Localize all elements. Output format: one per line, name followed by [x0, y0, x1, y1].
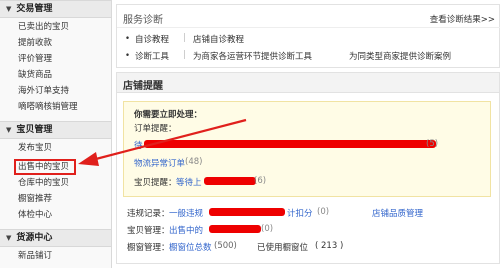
- service-link-cases[interactable]: 为同类型商家提供诊断案例: [349, 50, 451, 62]
- sidebar-item-checkup[interactable]: 体检中心: [18, 208, 52, 222]
- on-sale-items-link[interactable]: 出售中的: [169, 224, 203, 236]
- service-more-link[interactable]: 查看诊断结果>>: [430, 13, 495, 25]
- collapse-triangle-icon: ▼: [6, 5, 12, 13]
- violation-label: 违规记录：: [127, 209, 170, 219]
- store-quality-link[interactable]: 店铺品质管理: [372, 207, 423, 219]
- window-total-link[interactable]: 橱窗位总数: [169, 241, 212, 253]
- collapse-triangle-icon: ▼: [6, 234, 12, 242]
- window-used-label: 已使用橱窗位: [257, 243, 309, 253]
- order-reminder-label: 订单提醒：: [134, 124, 177, 134]
- service-link-tools[interactable]: 诊断工具: [135, 50, 169, 62]
- item-waiting-link[interactable]: 等待上: [176, 176, 202, 188]
- violation-points-link[interactable]: 计扣分: [287, 207, 313, 219]
- section-title: 宝贝管理: [16, 125, 53, 135]
- bullet-icon: •: [125, 34, 131, 44]
- order-pending-link[interactable]: 待: [134, 139, 143, 151]
- logistics-count: (48): [185, 157, 203, 167]
- service-link-ops-tools[interactable]: 为商家各运营环节提供诊断工具: [193, 50, 312, 62]
- collapse-triangle-icon: ▼: [6, 126, 12, 134]
- highlight-box: [14, 159, 76, 175]
- item-mgmt-count: (0): [261, 224, 274, 234]
- item-reminder-label: 宝贝提醒：: [134, 178, 177, 188]
- bullet-icon: •: [125, 51, 131, 61]
- store-reminder-header: 店铺提醒: [117, 73, 499, 93]
- sidebar-item-verify[interactable]: 嘀嗒嘀核销管理: [18, 100, 78, 114]
- section-supply[interactable]: ▼ 货源中心: [0, 229, 111, 247]
- store-reminder-title: 店铺提醒: [123, 81, 163, 92]
- redaction-mark: [209, 225, 261, 233]
- section-trade[interactable]: ▼ 交易管理: [0, 0, 111, 18]
- sidebar-item-early-receipt[interactable]: 提前收款: [18, 36, 52, 50]
- service-link-store-tutorial[interactable]: 店铺自诊教程: [193, 33, 244, 45]
- alert-title: 你需要立即处理：: [134, 110, 203, 120]
- sidebar-item-sold[interactable]: 已卖出的宝贝: [18, 20, 69, 34]
- section-title: 交易管理: [16, 4, 53, 14]
- divider: [117, 27, 500, 28]
- separator: |: [183, 33, 186, 43]
- redaction-mark: [144, 140, 436, 148]
- urgent-alert-box: 你需要立即处理： 订单提醒： 待 (5) 物流异常订单 (48) 宝贝提醒： 等…: [123, 101, 491, 197]
- sidebar-item-overseas[interactable]: 海外订单支持: [18, 84, 69, 98]
- violation-count: (0): [317, 207, 330, 217]
- redaction-mark: [209, 208, 285, 216]
- order-count: (5): [426, 139, 439, 149]
- sidebar-item-new-goods[interactable]: 新品铺订: [18, 249, 52, 263]
- sidebar-item-warehouse[interactable]: 仓库中的宝贝: [18, 176, 69, 190]
- window-label: 橱窗管理：: [127, 243, 170, 253]
- store-reminder-panel: 店铺提醒 你需要立即处理： 订单提醒： 待 (5) 物流异常订单 (48) 宝贝…: [116, 72, 500, 264]
- window-used-count: ( 213 ): [315, 241, 344, 251]
- section-title: 货源中心: [16, 233, 53, 243]
- item-mgmt-label: 宝贝管理：: [127, 226, 170, 236]
- sidebar: ▼ 交易管理 已卖出的宝贝 提前收款 评价管理 缺货商品 海外订单支持 嘀嗒嘀核销…: [0, 0, 112, 268]
- violation-link[interactable]: 一般违规: [169, 207, 203, 219]
- service-title: 服务诊断: [123, 15, 163, 26]
- sidebar-item-reviews[interactable]: 评价管理: [18, 52, 52, 66]
- logistics-exception-link[interactable]: 物流异常订单: [134, 157, 185, 169]
- window-total-count: (500): [214, 241, 237, 251]
- sidebar-item-out-of-stock[interactable]: 缺货商品: [18, 68, 52, 82]
- redaction-mark: [204, 177, 256, 185]
- sidebar-item-window[interactable]: 橱窗推荐: [18, 192, 52, 206]
- section-items[interactable]: ▼ 宝贝管理: [0, 121, 111, 139]
- sidebar-item-publish[interactable]: 发布宝贝: [18, 141, 52, 155]
- separator: |: [183, 50, 186, 60]
- item-count: (6): [254, 176, 267, 186]
- service-link-tutorial[interactable]: 自诊教程: [135, 33, 169, 45]
- service-panel: 服务诊断 查看诊断结果>> • 自诊教程 | 店铺自诊教程 • 诊断工具 | 为…: [116, 4, 500, 68]
